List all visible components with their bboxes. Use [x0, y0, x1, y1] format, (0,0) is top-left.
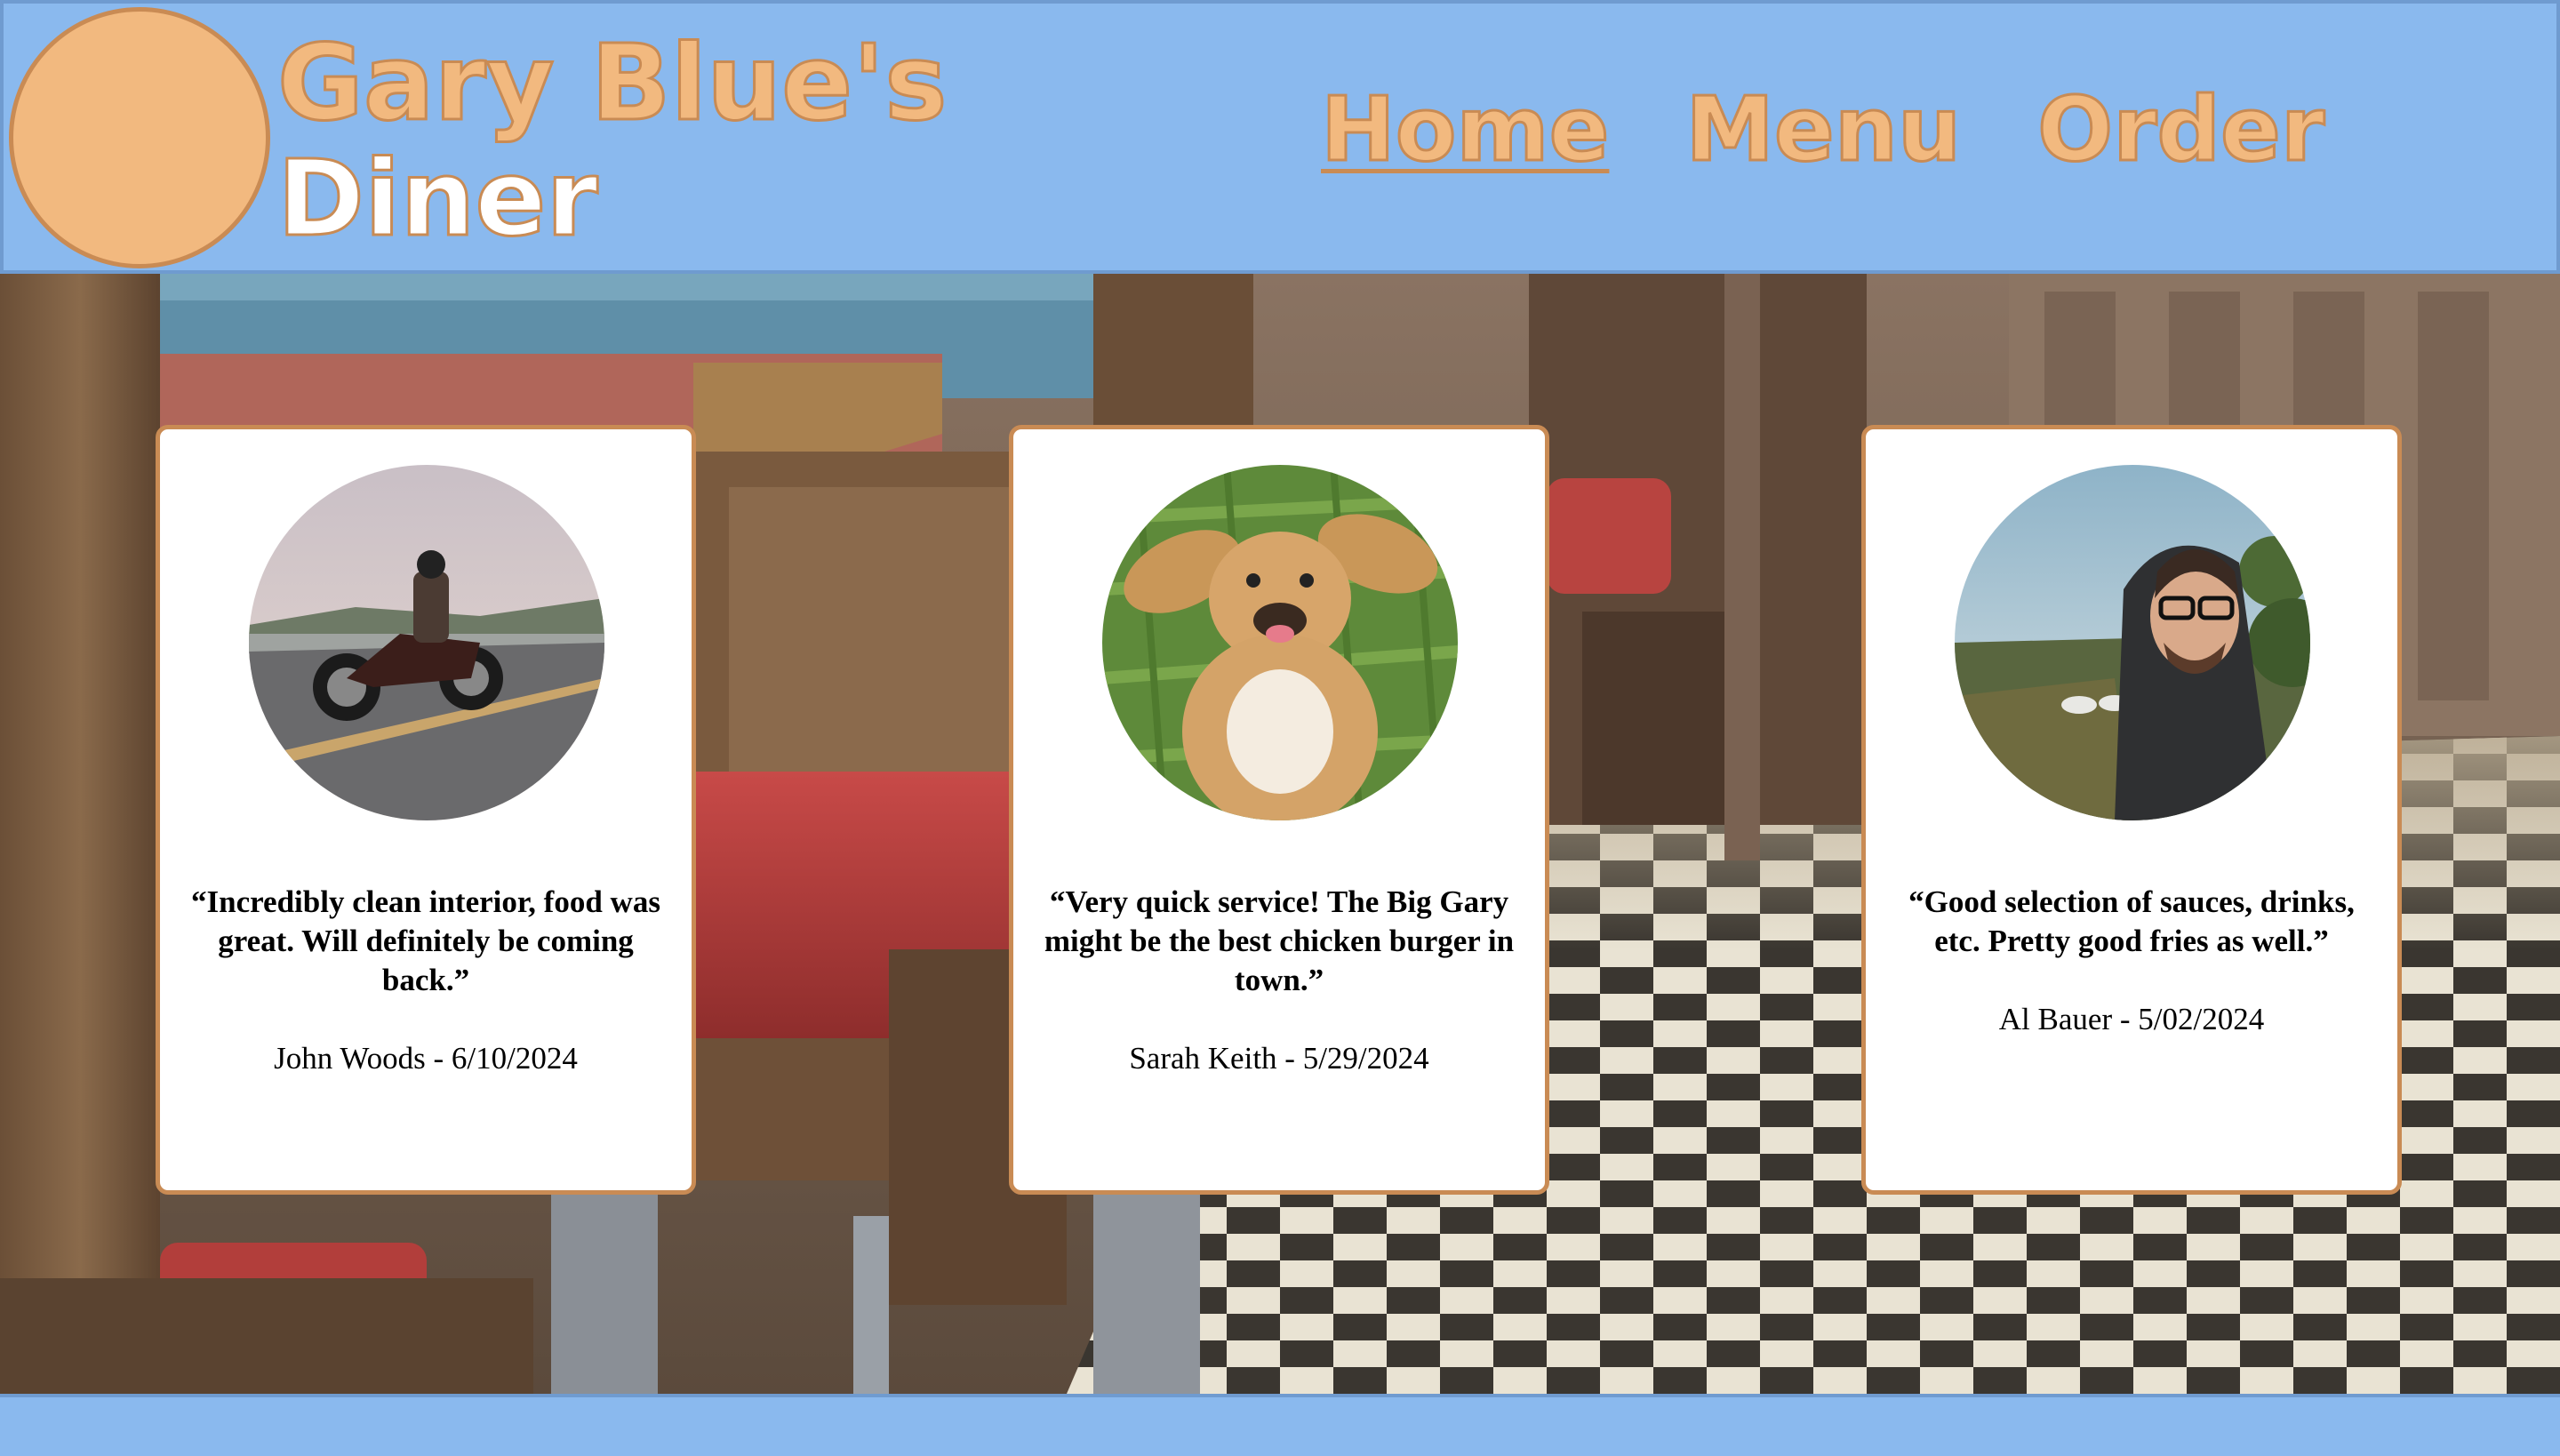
nav-link-order[interactable]: Order [2036, 84, 2326, 175]
reviewer-photo [1102, 465, 1458, 820]
review-author: Sarah Keith - 5/29/2024 [1129, 1041, 1429, 1076]
logo-circle[interactable] [9, 7, 270, 268]
dog-in-grass-photo [1102, 465, 1458, 820]
motorcycle-rider-photo [249, 465, 604, 820]
review-quote-text: “Incredibly clean interior, food was gre… [191, 884, 660, 997]
site-header: Gary Blue's Diner Home Menu Order [0, 0, 2560, 274]
review-card: “Good selection of sauces, drinks, etc. … [1861, 425, 2402, 1195]
reviewer-photo [1955, 465, 2310, 820]
nav-link-menu[interactable]: Menu [1684, 84, 1963, 175]
man-in-hoodie-photo [1955, 465, 2310, 820]
review-quote: “Good selection of sauces, drinks, etc. … [1887, 883, 2376, 1039]
review-card: “Very quick service! The Big Gary might … [1009, 425, 1549, 1195]
review-quote: “Incredibly clean interior, food was gre… [181, 883, 670, 1078]
review-quote-text: “Good selection of sauces, drinks, etc. … [1908, 884, 2355, 958]
review-quote-text: “Very quick service! The Big Gary might … [1044, 884, 1515, 997]
main-nav: Home Menu Order [1319, 84, 2326, 175]
brand-name-line1[interactable]: Gary Blue's [276, 29, 948, 137]
review-card: “Incredibly clean interior, food was gre… [156, 425, 696, 1195]
review-quote: “Very quick service! The Big Gary might … [1035, 883, 1524, 1078]
brand-name-line2[interactable]: Diner [276, 145, 600, 252]
review-author: Al Bauer - 5/02/2024 [1998, 1002, 2265, 1036]
reviewer-photo [249, 465, 604, 820]
nav-link-home[interactable]: Home [1319, 84, 1610, 175]
review-author: John Woods - 6/10/2024 [274, 1041, 578, 1076]
site-footer [0, 1394, 2560, 1456]
